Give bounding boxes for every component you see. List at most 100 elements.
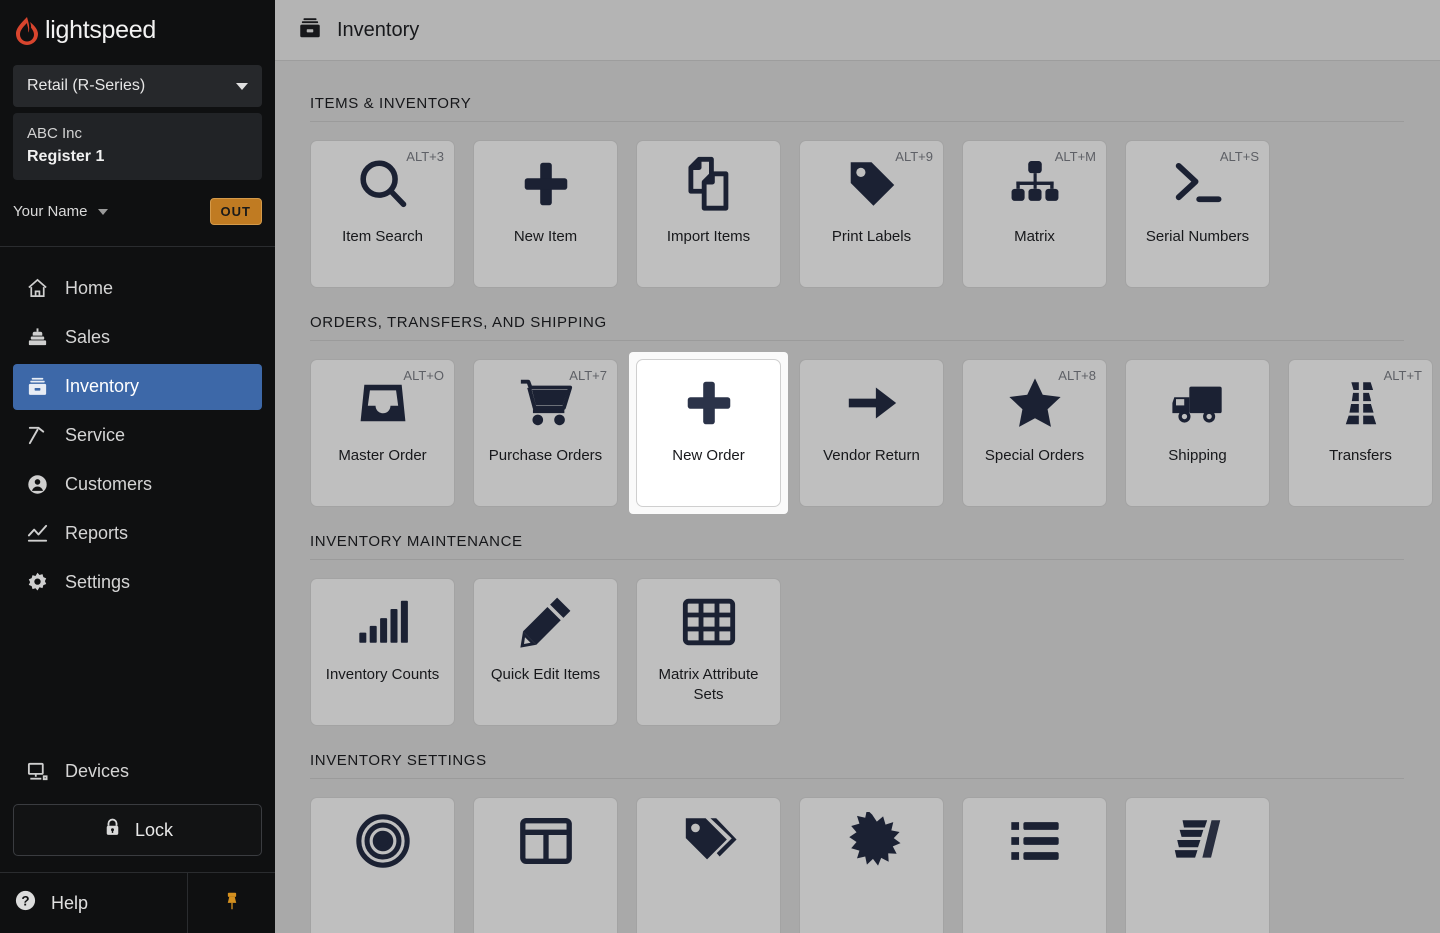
tile-label: Matrix Attribute Sets <box>658 666 759 704</box>
sidebar-item-inventory[interactable]: Inventory <box>13 363 262 410</box>
chevron-down-icon <box>236 82 248 90</box>
section-divider <box>310 340 1404 341</box>
tile-special-orders[interactable]: ALT+8 Special Orders <box>962 359 1107 507</box>
target-rings-icon <box>311 798 454 884</box>
tile-label: Quick Edit Items <box>490 666 601 683</box>
tile-shortcut: ALT+T <box>1383 368 1422 383</box>
sidebar-item-label: Service <box>65 425 126 446</box>
pin-sidebar-button[interactable] <box>188 873 275 933</box>
tile-shortcut: ALT+8 <box>1058 368 1096 383</box>
tile-label: Master Order <box>338 447 427 464</box>
truck-icon <box>1126 360 1269 446</box>
tile-label: New Item <box>513 228 578 245</box>
question-circle-icon: ? <box>14 889 37 917</box>
tile-label: Transfers <box>1329 447 1392 464</box>
tile-matrix-attribute-sets[interactable]: Matrix Attribute Sets <box>636 578 781 726</box>
layout-columns-icon <box>474 798 617 884</box>
tile-shortcut: ALT+S <box>1219 149 1259 164</box>
home-icon <box>25 277 49 301</box>
tile-serial-numbers[interactable]: ALT+S Serial Numbers <box>1125 140 1270 288</box>
sidebar-item-home[interactable]: Home <box>13 266 262 312</box>
section-title: INVENTORY MAINTENANCE <box>310 533 523 550</box>
monitor-icon <box>25 759 49 783</box>
inventory-box-icon <box>25 375 49 399</box>
sidebar-item-label: Inventory <box>65 376 140 397</box>
sidebar-item-service[interactable]: Service <box>13 413 262 459</box>
chevron-down-icon <box>97 208 108 215</box>
store-register-info[interactable]: ABC Inc Register 1 <box>13 113 262 180</box>
user-row: Your Name OUT <box>13 190 262 234</box>
svg-text:?: ? <box>21 893 29 908</box>
tile-new-item[interactable]: New Item <box>473 140 618 288</box>
tile-label: Import Items <box>666 228 751 245</box>
lock-button[interactable]: Lock <box>13 804 262 856</box>
tile-quick-edit-items[interactable]: Quick Edit Items <box>473 578 618 726</box>
sidebar-item-devices[interactable]: Devices <box>13 748 262 794</box>
tile-matrix[interactable]: ALT+M Matrix <box>962 140 1107 288</box>
pushpin-icon <box>221 889 243 918</box>
sidebar-item-label: Home <box>65 278 114 299</box>
tile-purchase-orders[interactable]: ALT+7 Purchase Orders <box>473 359 618 507</box>
clock-out-badge[interactable]: OUT <box>209 198 262 226</box>
sidebar-item-reports[interactable]: Reports <box>13 511 262 557</box>
tile-settings-2[interactable] <box>473 797 618 933</box>
section-items-inventory: ITEMS & INVENTORY ALT+3 Item Search New … <box>310 95 1404 288</box>
product-selector[interactable]: Retail (R-Series) <box>13 65 262 107</box>
tile-settings-4[interactable] <box>799 797 944 933</box>
brand-logo: lightspeed <box>0 0 275 61</box>
tile-label: Special Orders <box>984 447 1085 464</box>
tile-label: Serial Numbers <box>1145 228 1250 245</box>
help-button[interactable]: ? Help <box>0 873 188 933</box>
tile-new-order[interactable]: New Order <box>629 352 788 514</box>
tile-shortcut: ALT+O <box>403 368 444 383</box>
user-name-label: Your Name <box>13 203 88 221</box>
gear-icon <box>25 571 49 595</box>
sidebar-item-label: Devices <box>65 760 130 781</box>
sidebar-item-label: Reports <box>65 523 129 544</box>
tile-shipping[interactable]: Shipping <box>1125 359 1270 507</box>
tile-settings-1[interactable] <box>310 797 455 933</box>
tile-settings-3[interactable] <box>636 797 781 933</box>
sidebar-item-label: Customers <box>65 474 153 495</box>
tile-shortcut: ALT+7 <box>569 368 607 383</box>
tile-transfers[interactable]: ALT+T Transfers <box>1288 359 1433 507</box>
lightspeed-flame-icon <box>14 16 40 46</box>
sidebar-item-settings[interactable]: Settings <box>13 560 262 606</box>
product-selector-label: Retail (R-Series) <box>27 77 146 94</box>
user-menu[interactable]: Your Name <box>13 203 108 220</box>
tile-inventory-counts[interactable]: Inventory Counts <box>310 578 455 726</box>
tile-label: Inventory Counts <box>325 666 440 683</box>
brand-name: lightspeed <box>45 16 156 44</box>
grid-table-icon <box>637 579 780 665</box>
tile-import-items[interactable]: Import Items <box>636 140 781 288</box>
sunburst-icon <box>800 798 943 884</box>
tile-item-search[interactable]: ALT+3 Item Search <box>310 140 455 288</box>
tile-settings-6[interactable] <box>1125 797 1270 933</box>
tile-print-labels[interactable]: ALT+9 Print Labels <box>799 140 944 288</box>
tile-label: New Order <box>672 447 745 464</box>
help-label: Help <box>51 892 89 913</box>
tile-settings-5[interactable] <box>962 797 1107 933</box>
inventory-sections: ITEMS & INVENTORY ALT+3 Item Search New … <box>275 61 1440 933</box>
sidebar-footer: ? Help <box>0 872 275 933</box>
sidebar-item-sales[interactable]: Sales <box>13 315 262 361</box>
sidebar: lightspeed Retail (R-Series) ABC Inc Reg… <box>0 0 275 933</box>
copy-pages-icon <box>637 141 780 227</box>
company-name: ABC Inc <box>27 125 83 142</box>
page-header: Inventory <box>275 0 1440 61</box>
tile-label: Matrix <box>1014 228 1055 245</box>
tile-shortcut: ALT+9 <box>895 149 933 164</box>
sidebar-item-customers[interactable]: Customers <box>13 462 262 508</box>
tile-master-order[interactable]: ALT+O Master Order <box>310 359 455 507</box>
tile-grid: ALT+O Master Order ALT+7 Purchase Orders… <box>310 352 1433 514</box>
inventory-box-icon <box>297 15 323 46</box>
tile-label: Purchase Orders <box>488 447 603 464</box>
bar-chart-icon <box>311 579 454 665</box>
line-chart-icon <box>25 522 49 546</box>
section-divider <box>310 559 1404 560</box>
tile-label: Vendor Return <box>823 447 920 464</box>
section-divider <box>310 778 1404 779</box>
tile-vendor-return[interactable]: Vendor Return <box>799 359 944 507</box>
section-inventory-settings: INVENTORY SETTINGS <box>310 752 1404 933</box>
